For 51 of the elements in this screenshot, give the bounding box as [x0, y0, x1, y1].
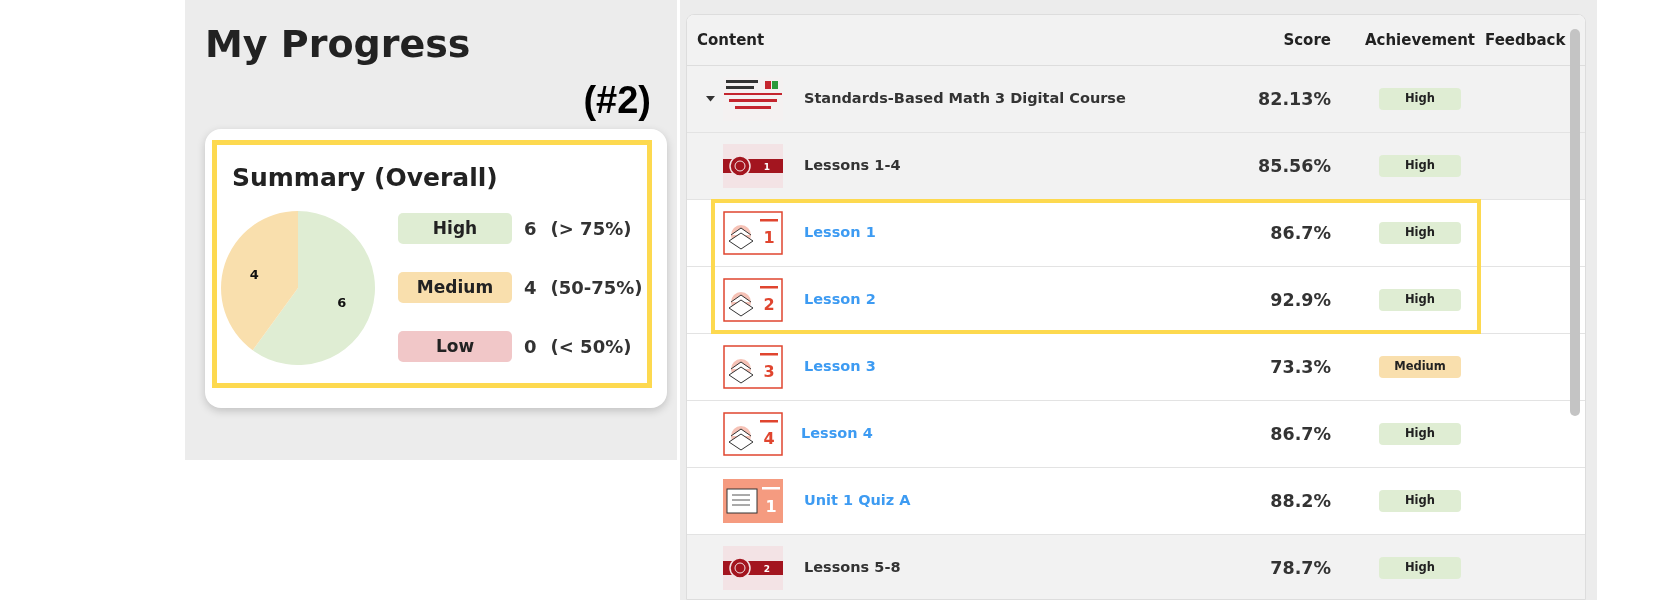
legend-range: (> 75%): [550, 217, 632, 242]
slice-label: 6: [337, 295, 347, 311]
legend-count: 4: [524, 276, 537, 301]
score-text: 82.13%: [1258, 87, 1331, 111]
caret-icon[interactable]: [705, 96, 715, 102]
lesson-book-icon: 2: [723, 278, 783, 322]
card-title: Summary (Overall): [232, 162, 499, 195]
scrollbar-thumb[interactable]: [1570, 29, 1580, 416]
column-header: Feedback: [1485, 30, 1566, 49]
score-text: 78.7%: [1270, 556, 1331, 580]
legend-badge: High: [398, 213, 512, 245]
unit-seal-icon: 1: [723, 144, 783, 188]
achievement-badge: High: [1379, 155, 1461, 177]
score-text: 88.2%: [1270, 489, 1331, 513]
achievement-badge: High: [1379, 88, 1461, 110]
achievement-badge: High: [1379, 222, 1461, 244]
content-title: Lessons 1-4: [804, 156, 901, 176]
achievement-badge: High: [1379, 490, 1461, 512]
score-text: 86.7%: [1270, 221, 1331, 245]
quiz-notebook-icon: 1: [723, 479, 783, 523]
column-header: Content: [697, 29, 765, 51]
column-header: Achievement: [1364, 29, 1476, 51]
unit-seal-icon: 2: [723, 546, 783, 590]
score-text: 85.56%: [1258, 154, 1331, 178]
content-link[interactable]: Lesson 3: [804, 356, 876, 378]
legend-range: (50-75%): [550, 276, 643, 301]
legend-range: (< 50%): [550, 335, 632, 360]
achievement-badge: High: [1379, 557, 1461, 579]
lesson-book-icon: 3: [723, 345, 783, 389]
lesson-book-icon: 4: [723, 412, 783, 456]
achievement-badge: High: [1379, 423, 1461, 445]
content-link[interactable]: Lesson 1: [804, 222, 876, 244]
score-text: 73.3%: [1270, 355, 1331, 379]
content-link[interactable]: Lesson 4: [801, 423, 873, 445]
legend-badge: Medium: [398, 272, 512, 304]
score-text: 86.7%: [1270, 422, 1331, 446]
legend-count: 0: [524, 335, 537, 360]
achievement-badge: Medium: [1379, 356, 1461, 378]
content-link[interactable]: Unit 1 Quiz A: [804, 490, 911, 512]
content-title: Standards-Based Math 3 Digital Course: [804, 89, 1126, 109]
content-link[interactable]: Lesson 2: [804, 289, 876, 311]
slice-label: 4: [249, 266, 259, 282]
page-title: My Progress: [205, 22, 472, 68]
lesson-book-icon: 1: [723, 211, 783, 255]
column-header: Score: [1283, 29, 1331, 51]
content-title: Lessons 5-8: [804, 558, 901, 578]
annotation-label: (#2): [583, 78, 651, 121]
legend-count: 6: [524, 217, 537, 242]
score-text: 92.9%: [1270, 288, 1331, 312]
legend-badge: Low: [398, 331, 512, 363]
achievement-badge: High: [1379, 289, 1461, 311]
